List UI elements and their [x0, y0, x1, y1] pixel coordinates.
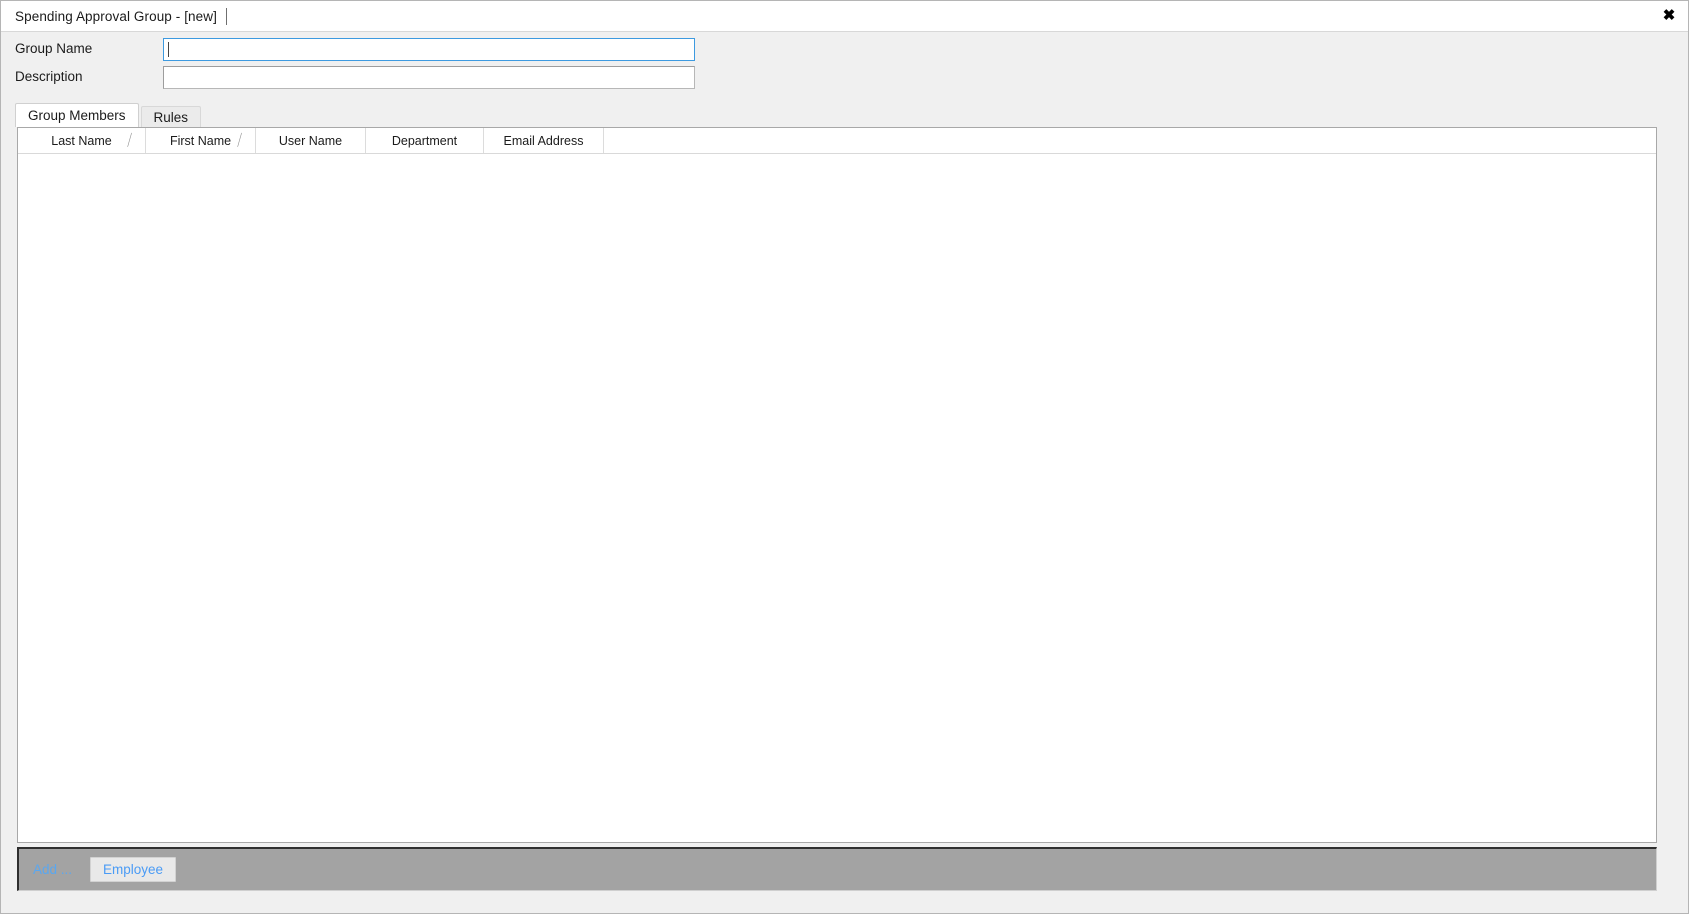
column-header-department[interactable]: Department [366, 128, 484, 153]
group-name-input[interactable] [163, 38, 695, 61]
tab-bar: Group Members Rules [15, 103, 202, 127]
column-header-user-name[interactable]: User Name [256, 128, 366, 153]
tab-rules[interactable]: Rules [140, 106, 202, 127]
tab-group-members[interactable]: Group Members [15, 103, 139, 127]
column-header-label: Department [391, 133, 458, 148]
document-tab[interactable]: Spending Approval Group - [new] [9, 1, 235, 31]
add-employee-button[interactable]: Employee [90, 857, 177, 882]
title-caret [225, 7, 227, 25]
window-titlebar: Spending Approval Group - [new] ✖ [1, 1, 1688, 32]
form-row-group-name: Group Name [1, 38, 1688, 64]
column-header-label: User Name [278, 133, 343, 148]
add-label: Add ... [33, 862, 73, 877]
spending-approval-group-window: Spending Approval Group - [new] ✖ Group … [0, 0, 1689, 914]
sort-ascending-icon: ╱ [127, 133, 132, 147]
grid-header-row: Last Name ╱ First Name ╱ User Name Depar… [18, 128, 1656, 154]
column-header-first-name[interactable]: First Name ╱ [146, 128, 256, 153]
group-members-grid: Last Name ╱ First Name ╱ User Name Depar… [17, 127, 1657, 843]
description-label: Description [15, 69, 83, 84]
column-header-email-address[interactable]: Email Address [484, 128, 604, 153]
close-icon[interactable]: ✖ [1656, 2, 1682, 28]
column-header-last-name[interactable]: Last Name ╱ [18, 128, 146, 153]
form-row-description: Description [1, 66, 1688, 92]
column-header-label: Last Name [51, 133, 112, 148]
text-caret [168, 42, 169, 57]
form-area: Group Name Description [1, 32, 1688, 100]
bottom-action-bar: Add ... Employee [17, 847, 1657, 891]
column-header-label: Email Address [503, 133, 584, 148]
grid-body-empty[interactable] [18, 154, 1656, 842]
description-input[interactable] [163, 66, 695, 89]
sort-ascending-icon: ╱ [237, 133, 242, 147]
column-header-label: First Name [169, 133, 232, 148]
page-title: Spending Approval Group - [new] [15, 8, 217, 24]
group-name-label: Group Name [15, 41, 93, 56]
